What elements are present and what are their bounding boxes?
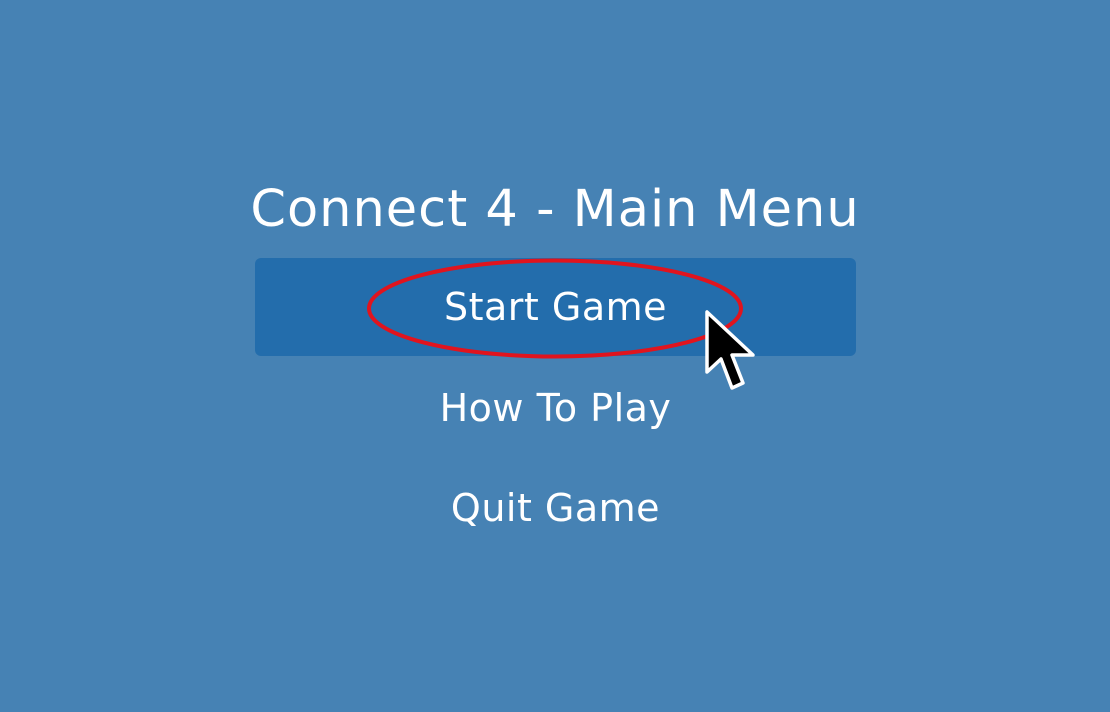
start-game-button[interactable]: Start Game xyxy=(255,258,856,356)
quit-game-button[interactable]: Quit Game xyxy=(255,459,856,557)
page-title: Connect 4 - Main Menu xyxy=(250,180,860,239)
how-to-play-button[interactable]: How To Play xyxy=(255,359,856,457)
